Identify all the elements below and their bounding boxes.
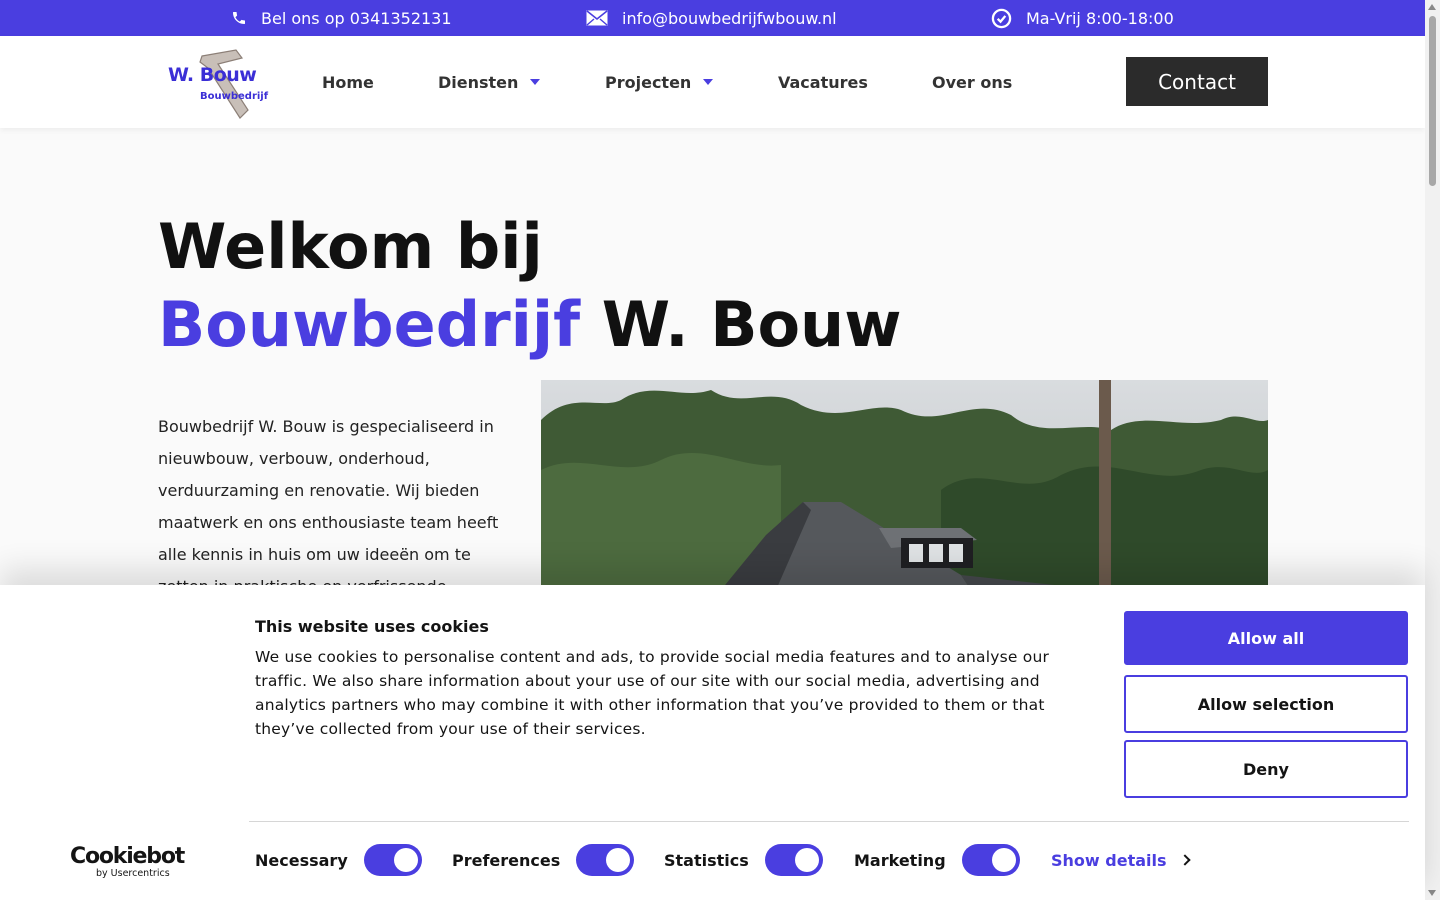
caret-down-icon — [530, 79, 541, 85]
scroll-down-arrow-icon[interactable] — [1428, 890, 1436, 896]
cookiebot-name: Cookiebot — [70, 844, 185, 869]
contact-button[interactable]: Contact — [1126, 57, 1268, 106]
consent-statistics-label: Statistics — [664, 850, 749, 870]
show-details-link[interactable]: Show details — [1051, 843, 1191, 877]
consent-necessary-label: Necessary — [255, 850, 348, 870]
nav-vacatures-label: Vacatures — [778, 72, 868, 92]
preferences-toggle[interactable] — [576, 844, 635, 876]
nav-diensten-label: Diensten — [438, 72, 519, 92]
cookie-title: This website uses cookies — [255, 617, 489, 636]
title-accent: Bouwbedrijf — [158, 288, 581, 361]
consent-statistics: Statistics — [664, 843, 823, 877]
envelope-icon — [586, 10, 608, 26]
hero-house-photo — [541, 380, 1268, 590]
logo-subtitle: Bouwbedrijf — [200, 91, 269, 102]
nav-home[interactable]: Home — [322, 36, 374, 128]
title-line1: Welkom bij — [158, 210, 543, 283]
consent-marketing: Marketing — [854, 843, 1020, 877]
allow-selection-button[interactable]: Allow selection — [1124, 675, 1408, 733]
consent-preferences: Preferences — [452, 843, 635, 877]
scrollbar-thumb[interactable] — [1429, 16, 1436, 186]
show-details-label: Show details — [1051, 850, 1167, 870]
email-link[interactable]: info@bouwbedrijfwbouw.nl — [586, 0, 837, 36]
email-text: info@bouwbedrijfwbouw.nl — [622, 8, 837, 28]
cookiebot-sub: by Usercentrics — [96, 868, 170, 879]
intro-text: Bouwbedrijf W. Bouw is gespecialiseerd i… — [158, 417, 499, 591]
scroll-up-arrow-icon[interactable] — [1428, 4, 1436, 10]
top-info-bar: Bel ons op 0341352131 info@bouwbedrijfwb… — [0, 0, 1425, 36]
consent-preferences-label: Preferences — [452, 850, 561, 870]
caret-down-icon — [703, 79, 714, 85]
nav-vacatures[interactable]: Vacatures — [778, 36, 868, 128]
opening-hours: Ma-Vrij 8:00-18:00 — [991, 0, 1174, 36]
phone-text: Bel ons op 0341352131 — [261, 8, 452, 28]
allow-all-button[interactable]: Allow all — [1124, 611, 1408, 665]
nav-diensten[interactable]: Diensten — [438, 36, 541, 128]
consent-necessary: Necessary — [255, 843, 422, 877]
nav-over-ons[interactable]: Over ons — [932, 36, 1012, 128]
nav-home-label: Home — [322, 72, 374, 92]
divider — [249, 821, 1409, 822]
consent-marketing-label: Marketing — [854, 850, 946, 870]
hours-text: Ma-Vrij 8:00-18:00 — [1026, 8, 1174, 28]
chevron-right-icon — [1178, 854, 1191, 866]
title-rest: W. Bouw — [601, 288, 902, 361]
nav-projecten[interactable]: Projecten — [605, 36, 714, 128]
site-header: W. Bouw Bouwbedrijf Home Diensten Projec… — [0, 36, 1425, 128]
page-scrollbar[interactable] — [1425, 0, 1440, 900]
necessary-toggle[interactable] — [363, 844, 422, 876]
clock-check-icon — [991, 8, 1012, 29]
cookie-consent-banner: This website uses cookies We use cookies… — [0, 585, 1425, 900]
cookiebot-logo[interactable]: Cookiebot by Usercentrics — [70, 844, 185, 879]
page-title: Welkom bij Bouwbedrijf W. Bouw — [158, 208, 901, 364]
statistics-toggle[interactable] — [764, 844, 823, 876]
deny-button[interactable]: Deny — [1124, 740, 1408, 798]
phone-icon — [231, 10, 247, 26]
nav-projecten-label: Projecten — [605, 72, 692, 92]
marketing-toggle[interactable] — [961, 844, 1020, 876]
nav-over-ons-label: Over ons — [932, 72, 1013, 92]
logo[interactable]: W. Bouw Bouwbedrijf — [166, 44, 269, 122]
phone-link[interactable]: Bel ons op 0341352131 — [231, 0, 452, 36]
logo-name: W. Bouw — [168, 64, 257, 86]
cookie-description: We use cookies to personalise content an… — [255, 648, 1050, 738]
